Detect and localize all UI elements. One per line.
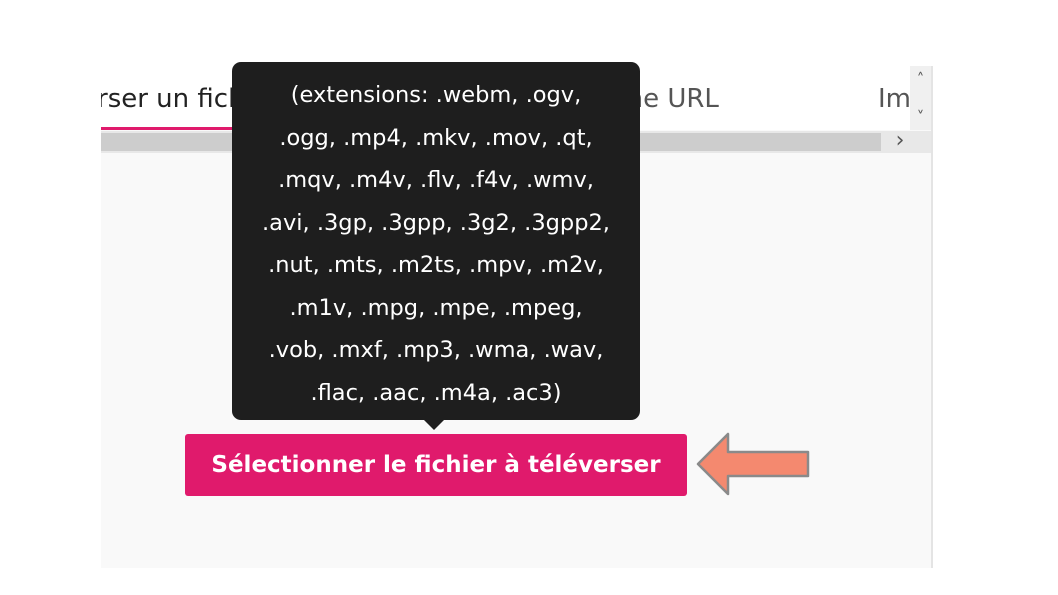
tooltip-line: .vob, .mxf, .mp3, .wma, .wav,	[268, 337, 604, 363]
tooltip-line: .mqv, .m4v, .flv, .f4v, .wmv,	[278, 167, 594, 193]
left-arrow-icon	[696, 432, 810, 496]
tooltip-line: .avi, .3gp, .3gpp, .3g2, .3gpp2,	[262, 209, 610, 236]
select-file-button[interactable]: Sélectionner le fichier à téléverser	[185, 434, 687, 496]
tab-third[interactable]: Im	[878, 84, 911, 114]
panel-edge	[931, 66, 933, 568]
tooltip-pointer	[423, 419, 445, 430]
scroll-down-icon[interactable]: ˅	[910, 106, 931, 128]
tooltip-line: .nut, .mts, .m2ts, .mpv, .m2v,	[268, 252, 604, 278]
file-extensions-tooltip: (extensions: .webm, .ogv, .ogg, .mp4, .m…	[232, 62, 640, 420]
tooltip-line: .flac, .aac, .m4a, .ac3)	[310, 379, 562, 406]
scroll-up-icon[interactable]: ˄	[910, 68, 931, 90]
tooltip-line: (extensions: .webm, .ogv,	[290, 82, 582, 108]
tooltip-line: .ogg, .mp4, .mkv, .mov, .qt,	[279, 124, 593, 151]
tab-vertical-scrollbar[interactable]: ˄ ˅	[910, 66, 931, 130]
tooltip-line: .m1v, .mpg, .mpe, .mpeg,	[289, 294, 583, 321]
scroll-right-icon[interactable]: ›	[889, 128, 911, 154]
